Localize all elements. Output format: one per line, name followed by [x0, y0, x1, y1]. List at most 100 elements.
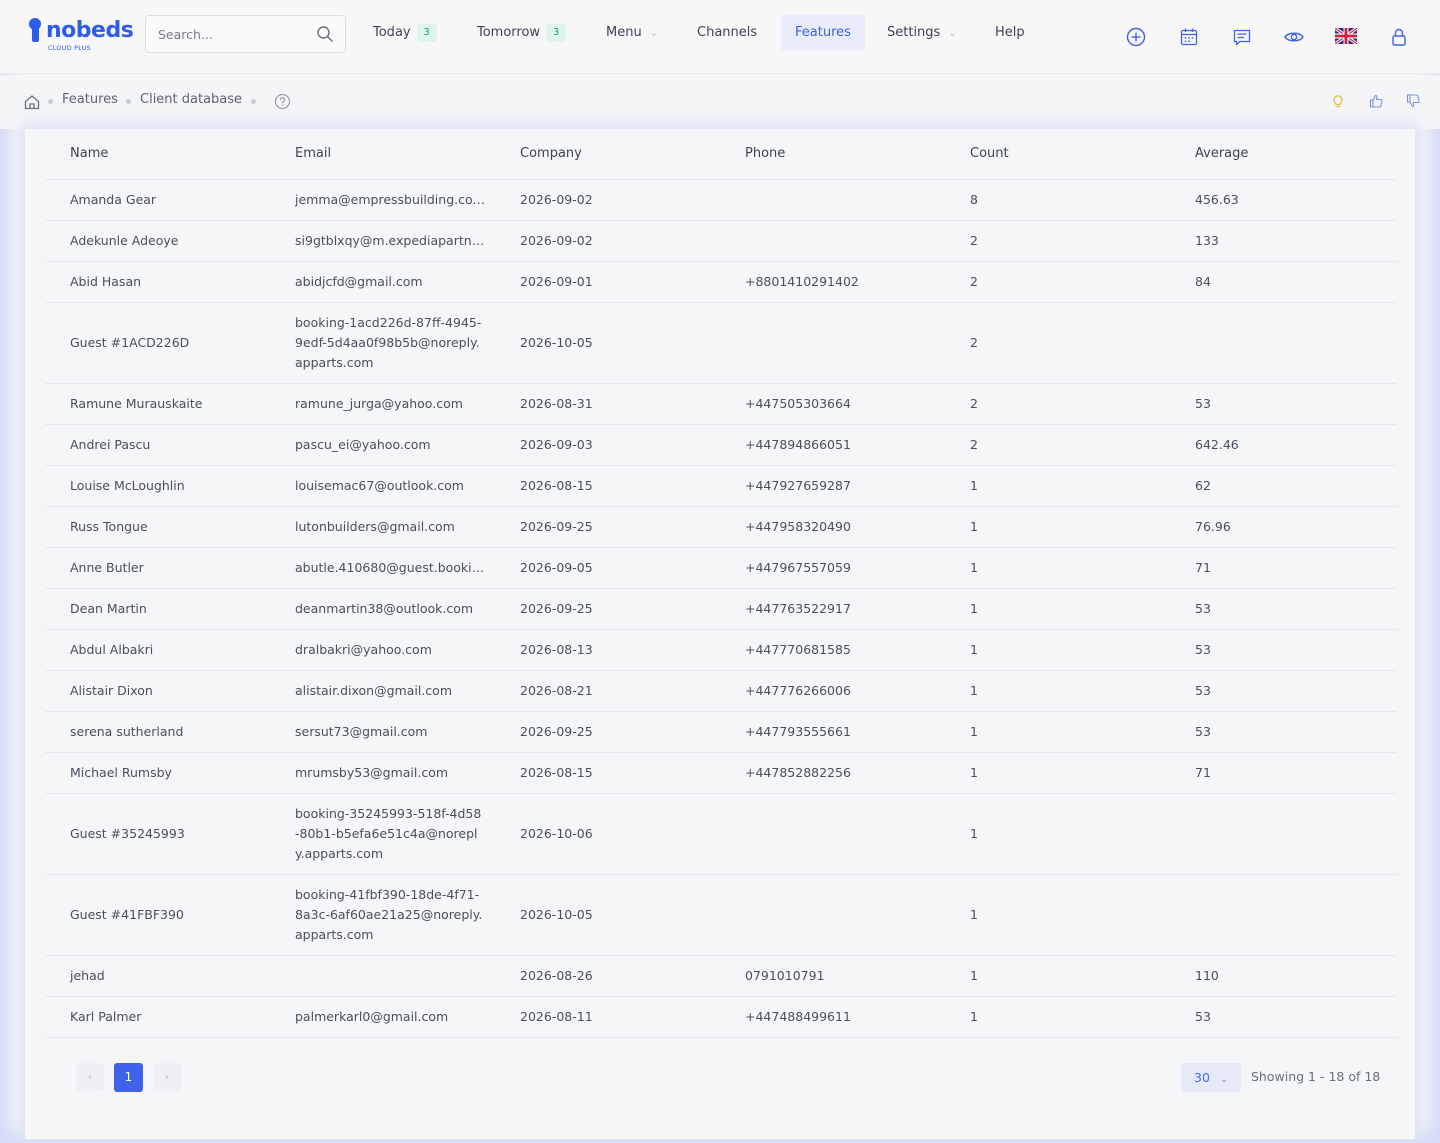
- cell-email: abidjcfd@gmail.com: [270, 261, 495, 303]
- cell-email-text: booking-35245993-518f-4d58-80b1-b5efa6e5…: [295, 805, 482, 861]
- cell-company: 2026-08-11: [495, 996, 720, 1038]
- page-size-select[interactable]: 30 ⌄: [1181, 1063, 1241, 1092]
- cell-phone: +447776266006: [720, 670, 945, 712]
- plus-circle-icon[interactable]: [1125, 26, 1147, 48]
- cell-email: booking-41fbf390-18de-4f71-8a3c-6af60ae2…: [270, 874, 495, 956]
- thumbs-up-icon[interactable]: [1368, 93, 1384, 109]
- nav-today[interactable]: Today 3: [359, 15, 451, 51]
- column-header-count[interactable]: Count: [945, 129, 1170, 180]
- table-row[interactable]: Abid Hasan abidjcfd@gmail.com 2026-09-01 +8…: [45, 261, 1397, 303]
- nav-settings[interactable]: Settings ⌄: [873, 15, 971, 51]
- cell-average: [1170, 302, 1397, 384]
- column-header-average[interactable]: Average: [1170, 129, 1397, 180]
- table-header-row: Name Email Company Phone Count Average: [45, 129, 1397, 180]
- cell-count: 2: [945, 261, 1170, 303]
- cell-company: 2026-09-05: [495, 547, 720, 589]
- cell-count: 1: [945, 752, 1170, 794]
- table-row[interactable]: Russ Tongue lutonbuilders@gmail.com 2026-0…: [45, 506, 1397, 548]
- pagination-summary: Showing 1 - 18 of 18: [1251, 1069, 1381, 1084]
- table-row[interactable]: Guest #35245993 booking-35245993-518f-4d5…: [45, 793, 1397, 875]
- home-icon[interactable]: [23, 93, 41, 111]
- nav-features-label: Features: [795, 25, 851, 40]
- nav-help-label: Help: [995, 25, 1025, 40]
- cell-email: deanmartin38@outlook.com: [270, 588, 495, 630]
- column-header-email[interactable]: Email: [270, 129, 495, 180]
- eye-icon[interactable]: [1283, 26, 1305, 48]
- table-row[interactable]: Abdul Albakri dralbakri@yahoo.com 2026-08-…: [45, 629, 1397, 671]
- cell-email: alistair.dixon@gmail.com: [270, 670, 495, 712]
- search-icon[interactable]: [316, 25, 334, 43]
- nav-channels-label: Channels: [697, 25, 758, 40]
- cell-count: 1: [945, 711, 1170, 753]
- chevron-down-icon: ⌄: [1219, 1074, 1229, 1085]
- pagination-page-1[interactable]: 1: [114, 1063, 143, 1092]
- cell-average: 71: [1170, 752, 1397, 794]
- column-header-phone[interactable]: Phone: [720, 129, 945, 180]
- cell-name: Ramune Murauskaite: [45, 383, 270, 425]
- table-row[interactable]: Dean Martin deanmartin38@outlook.com 2026-…: [45, 588, 1397, 630]
- thumbs-down-icon[interactable]: [1405, 93, 1421, 109]
- cell-average: 110: [1170, 955, 1397, 997]
- table-row[interactable]: Michael Rumsby mrumsby53@gmail.com 2026-08…: [45, 752, 1397, 794]
- lightbulb-icon[interactable]: [1330, 93, 1346, 109]
- cell-email: booking-35245993-518f-4d58-80b1-b5efa6e5…: [270, 793, 495, 875]
- cell-company: 2026-09-03: [495, 424, 720, 466]
- cell-name: Russ Tongue: [45, 506, 270, 548]
- nav-menu-label: Menu: [606, 25, 642, 40]
- column-header-company[interactable]: Company: [495, 129, 720, 180]
- table-row[interactable]: Anne Butlerabutle.410680@guest.booking.c…: [45, 547, 1397, 589]
- logo-mark-stem: [32, 28, 39, 42]
- search-input[interactable]: [158, 25, 308, 43]
- cell-name: Abid Hasan: [45, 261, 270, 303]
- table-row[interactable]: Louise McLoughlin louisemac67@outlook.com…: [45, 465, 1397, 507]
- cell-phone: +8801410291402: [720, 261, 945, 303]
- table-row[interactable]: Adekunle Adeoye si9gtblxqy@m.expediapartn…: [45, 220, 1397, 262]
- cell-phone: [720, 302, 945, 384]
- breadcrumb-features[interactable]: Features: [62, 92, 118, 107]
- nav-menu[interactable]: Menu ⌄: [592, 15, 672, 51]
- cell-name: Amanda Gear: [45, 179, 270, 221]
- cell-company: 2026-10-06: [495, 793, 720, 875]
- cell-company: 2026-08-31: [495, 383, 720, 425]
- pagination-prev-button[interactable]: ‹: [76, 1063, 104, 1091]
- cell-email-text: booking-41fbf390-18de-4f71-8a3c-6af60ae2…: [295, 886, 483, 942]
- nav-help[interactable]: Help: [981, 15, 1039, 51]
- table-row[interactable]: Ramune Murauskaite ramune_jurga@yahoo.com…: [45, 383, 1397, 425]
- table-row[interactable]: jehad 2026-08-26 0791010791 1 110: [45, 955, 1397, 997]
- brand-logo[interactable]: nobeds CLOUD PLUS: [26, 16, 136, 56]
- cell-phone: [720, 874, 945, 956]
- cell-name: Dean Martin: [45, 588, 270, 630]
- pagination-next-button[interactable]: ›: [153, 1063, 181, 1091]
- column-header-name[interactable]: Name: [45, 129, 270, 180]
- table-row[interactable]: Alistair Dixon alistair.dixon@gmail.com 20…: [45, 670, 1397, 712]
- help-circle-icon[interactable]: [274, 93, 291, 110]
- cell-email: pascu_ei@yahoo.com: [270, 424, 495, 466]
- chevron-down-icon: ⌄: [649, 28, 659, 39]
- nav-channels[interactable]: Channels: [683, 15, 771, 51]
- cell-phone: [720, 179, 945, 221]
- cell-email: sersut73@gmail.com: [270, 711, 495, 753]
- uk-flag-icon[interactable]: [1335, 28, 1357, 44]
- table-row[interactable]: Guest #1ACD226D booking-1acd226d-87ff-494…: [45, 302, 1397, 384]
- cell-email: ramune_jurga@yahoo.com: [270, 383, 495, 425]
- cell-email: dralbakri@yahoo.com: [270, 629, 495, 671]
- lock-icon[interactable]: [1388, 26, 1410, 48]
- cell-name: Adekunle Adeoye: [45, 220, 270, 262]
- breadcrumb-client-database: Client database: [140, 92, 243, 107]
- calendar-icon[interactable]: [1178, 26, 1200, 48]
- cell-phone: +447894866051: [720, 424, 945, 466]
- table-row[interactable]: Guest #41FBF390 booking-41fbf390-18de-4f7…: [45, 874, 1397, 956]
- table-row[interactable]: Andrei Pascu pascu_ei@yahoo.com 2026-09-03…: [45, 424, 1397, 466]
- nav-today-badge: 3: [416, 24, 437, 42]
- table-row[interactable]: serena sutherland sersut73@gmail.com 2026-…: [45, 711, 1397, 753]
- cell-email: louisemac67@outlook.com: [270, 465, 495, 507]
- table-row[interactable]: Amanda Gear jemma@empressbuilding.co.uk 20…: [45, 179, 1397, 221]
- nav-tomorrow[interactable]: Tomorrow 3: [463, 15, 580, 51]
- nav-features[interactable]: Features: [781, 15, 865, 51]
- breadcrumb: Features Client database: [0, 75, 1440, 129]
- cell-company: 2026-09-25: [495, 588, 720, 630]
- search-box: [145, 15, 346, 53]
- table-row[interactable]: Karl Palmer palmerkarl0@gmail.com 2026-08-…: [45, 996, 1397, 1038]
- cell-name: Andrei Pascu: [45, 424, 270, 466]
- message-icon[interactable]: [1231, 26, 1253, 48]
